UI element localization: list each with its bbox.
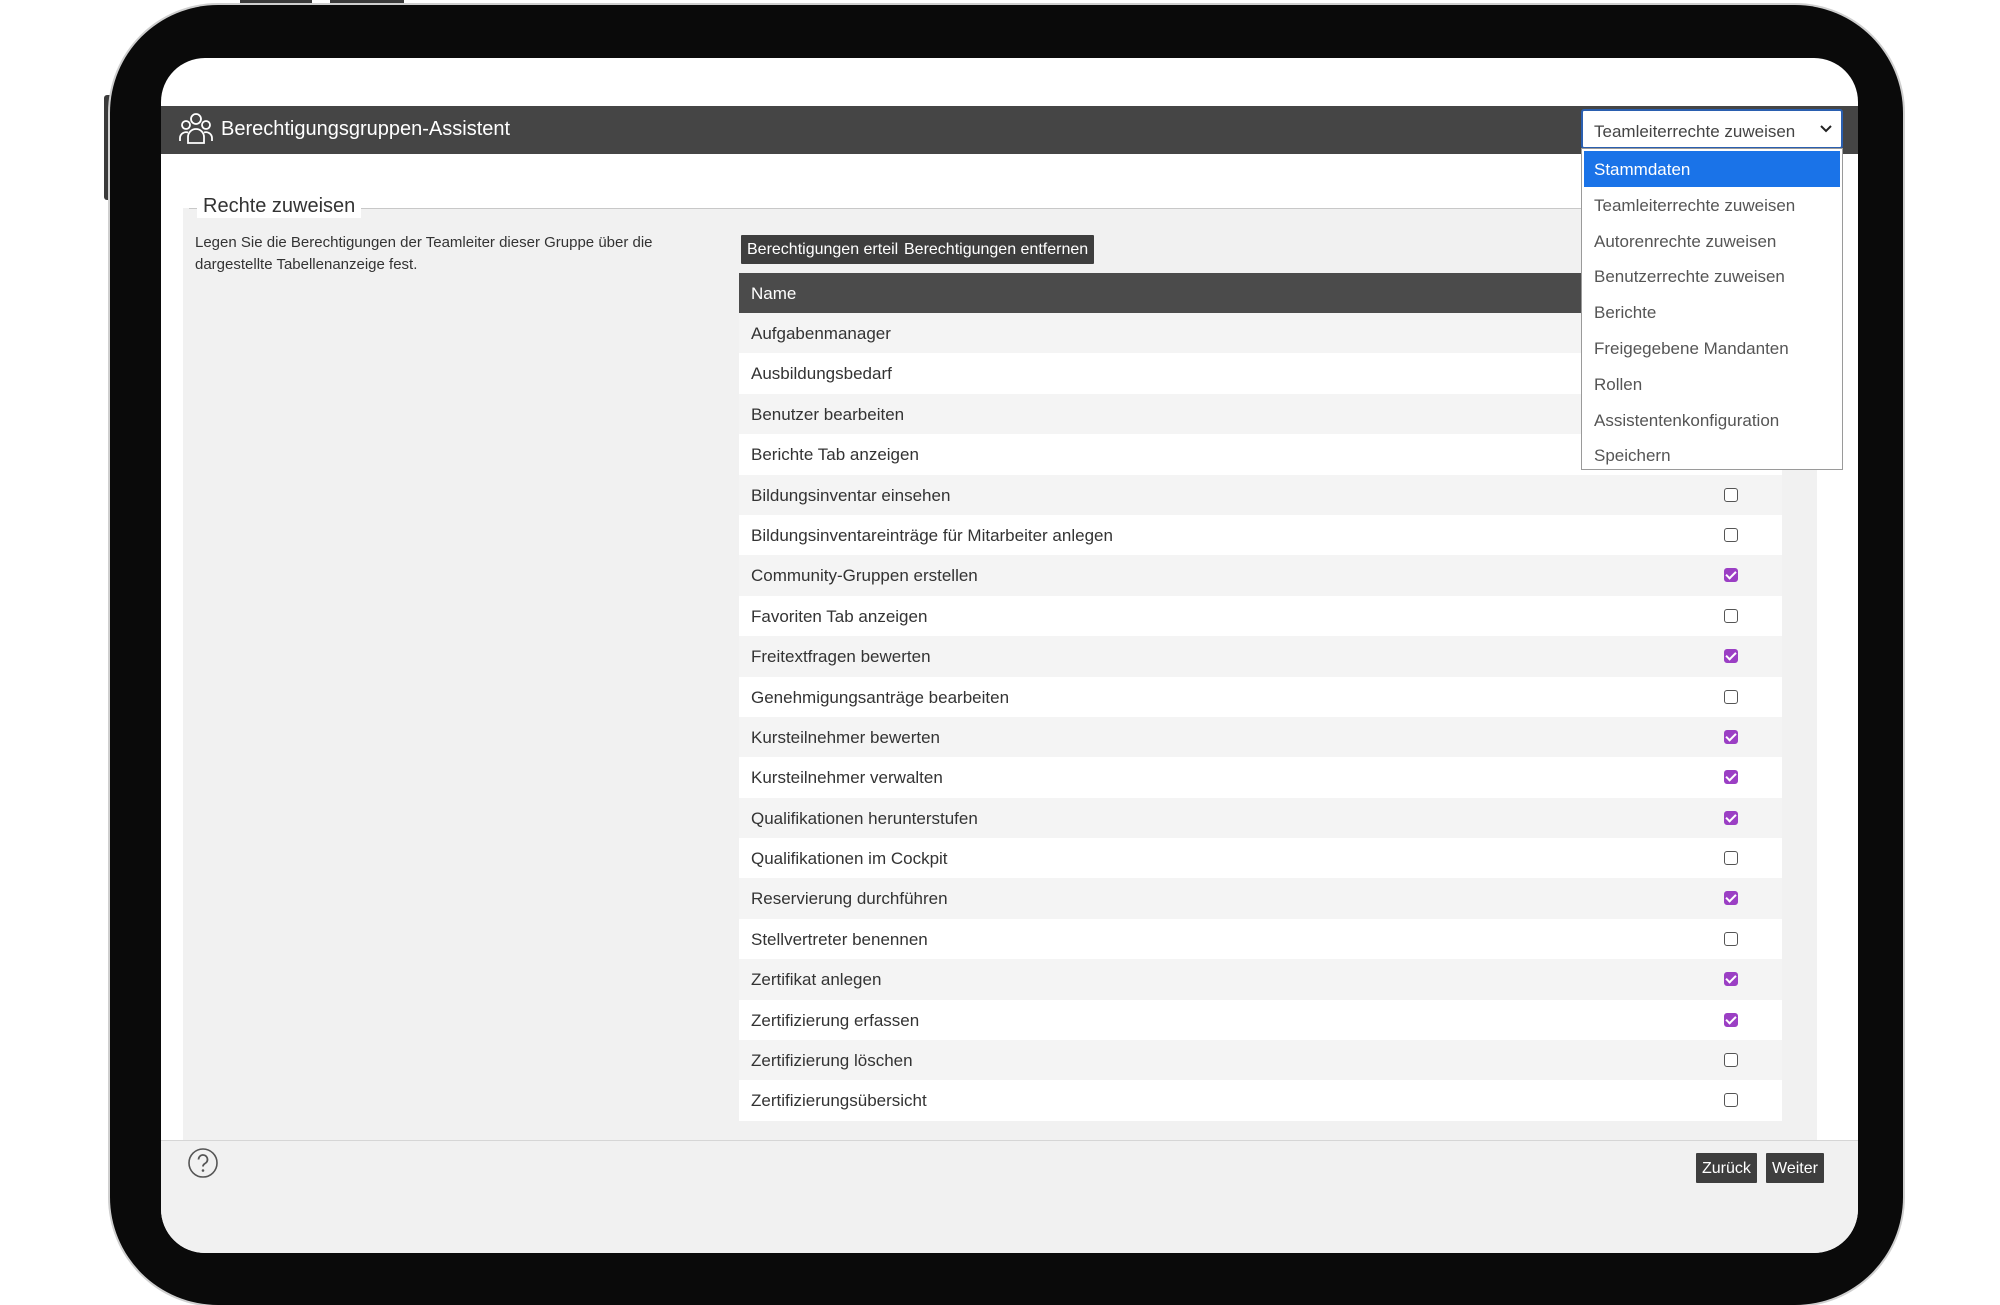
- table-row: Community-Gruppen erstellen: [739, 555, 1782, 596]
- table-row: Zertifizierungsübersicht: [739, 1080, 1782, 1121]
- permission-name: Reservierung durchführen: [751, 889, 948, 909]
- fieldset-border: [189, 208, 1817, 209]
- permission-checkbox[interactable]: [1724, 608, 1738, 623]
- dropdown-option[interactable]: Freigegebene Mandanten: [1582, 330, 1842, 366]
- back-button[interactable]: Zurück: [1696, 1153, 1757, 1183]
- column-header-name: Name: [751, 284, 797, 303]
- table-row: Qualifikationen herunterstufen: [739, 797, 1782, 839]
- permission-name: Zertifizierungsübersicht: [751, 1091, 927, 1111]
- permission-checkbox[interactable]: [1724, 649, 1738, 664]
- permission-name: Kursteilnehmer bewerten: [751, 727, 940, 747]
- permission-checkbox[interactable]: [1724, 891, 1738, 906]
- dropdown-option[interactable]: Assistentenkonfiguration: [1582, 402, 1842, 438]
- table-row: Favoriten Tab anzeigen: [739, 595, 1782, 637]
- step-select[interactable]: Teamleiterrechte zuweisen: [1581, 109, 1843, 149]
- permission-name: Stellvertreter benennen: [751, 929, 928, 949]
- table-row: Bildungsinventareinträge für Mitarbeiter…: [739, 514, 1782, 556]
- permission-name: Ausbildungsbedarf: [751, 364, 892, 384]
- users-group-icon: [179, 113, 213, 144]
- table-row: Stellvertreter benennen: [739, 918, 1782, 960]
- permission-checkbox[interactable]: [1724, 770, 1738, 785]
- app-screen: Berechtigungsgruppen-Assistent Teamleite…: [161, 58, 1858, 1253]
- table-row: Kursteilnehmer verwalten: [739, 757, 1782, 798]
- permission-checkbox[interactable]: [1724, 972, 1738, 987]
- permission-name: Genehmigungsanträge bearbeiten: [751, 687, 1010, 707]
- permission-name: Kursteilnehmer verwalten: [751, 768, 943, 788]
- table-row: Qualifikationen im Cockpit: [739, 838, 1782, 879]
- dropdown-option[interactable]: Berichte: [1582, 294, 1842, 330]
- window-title: Berechtigungsgruppen-Assistent: [221, 118, 511, 140]
- table-row: Zertifizierung löschen: [739, 1040, 1782, 1081]
- section-legend: Rechte zuweisen: [197, 195, 362, 218]
- permission-checkbox[interactable]: [1724, 729, 1738, 744]
- permission-name: Zertifizierung erfassen: [751, 1010, 920, 1030]
- permission-checkbox[interactable]: [1724, 1093, 1738, 1108]
- permission-name: Bildungsinventareinträge für Mitarbeiter…: [751, 525, 1113, 545]
- permission-checkbox[interactable]: [1724, 931, 1738, 946]
- permission-name: Bildungsinventar einsehen: [751, 485, 951, 505]
- permission-name: Benutzer bearbeiten: [751, 404, 905, 424]
- section-description: Legen Sie die Berechtigungen der Teamlei…: [195, 234, 653, 273]
- permission-checkbox[interactable]: [1724, 487, 1738, 502]
- permission-checkbox[interactable]: [1724, 1012, 1738, 1027]
- permission-name: Berichte Tab anzeigen: [751, 445, 919, 465]
- table-row: Genehmigungsanträge bearbeiten: [739, 676, 1782, 717]
- table-row: Reservierung durchführen: [739, 878, 1782, 919]
- permission-name: Zertifizierung löschen: [751, 1051, 913, 1071]
- permission-name: Qualifikationen herunterstufen: [751, 808, 978, 828]
- table-row: Zertifizierung erfassen: [739, 999, 1782, 1041]
- dropdown-option[interactable]: Rollen: [1582, 366, 1842, 402]
- chevron-down-icon: [1820, 125, 1832, 133]
- next-button[interactable]: Weiter: [1766, 1153, 1824, 1183]
- permission-name: Zertifikat anlegen: [751, 970, 882, 990]
- table-row: Zertifikat anlegen: [739, 959, 1782, 1000]
- permission-checkbox[interactable]: [1724, 527, 1738, 542]
- table-row: Freitextfragen bewerten: [739, 636, 1782, 677]
- permission-name: Qualifikationen im Cockpit: [751, 849, 948, 869]
- table-row: Bildungsinventar einsehen: [739, 474, 1782, 515]
- step-select-dropdown: Stammdaten Teamleiterrechte zuweisen Autor…: [1581, 148, 1843, 470]
- permission-checkbox[interactable]: [1724, 1053, 1738, 1068]
- help-circle-icon[interactable]: [187, 1147, 219, 1179]
- dropdown-option[interactable]: Teamleiterrechte zuweisen: [1582, 187, 1842, 223]
- step-select-value: Teamleiterrechte zuweisen: [1594, 122, 1796, 141]
- permission-name: Community-Gruppen erstellen: [751, 566, 978, 586]
- footer: [161, 1141, 1858, 1253]
- permission-checkbox[interactable]: [1724, 851, 1738, 866]
- permission-name: Freitextfragen bewerten: [751, 647, 931, 667]
- permission-name: Aufgabenmanager: [751, 324, 891, 343]
- dropdown-option[interactable]: Speichern: [1582, 437, 1842, 473]
- permission-checkbox[interactable]: [1724, 568, 1738, 583]
- permission-checkbox[interactable]: [1724, 810, 1738, 825]
- dropdown-option[interactable]: Autorenrechte zuweisen: [1582, 223, 1842, 259]
- dropdown-option[interactable]: Benutzerrechte zuweisen: [1582, 258, 1842, 294]
- revoke-permissions-button[interactable]: Berechtigungen entfernen: [898, 235, 1095, 264]
- permission-name: Favoriten Tab anzeigen: [751, 606, 928, 626]
- dropdown-option[interactable]: Stammdaten: [1584, 151, 1840, 187]
- grant-permissions-button[interactable]: Berechtigungen erteilen: [741, 235, 923, 264]
- table-row: Kursteilnehmer bewerten: [739, 716, 1782, 758]
- permission-checkbox[interactable]: [1724, 689, 1738, 704]
